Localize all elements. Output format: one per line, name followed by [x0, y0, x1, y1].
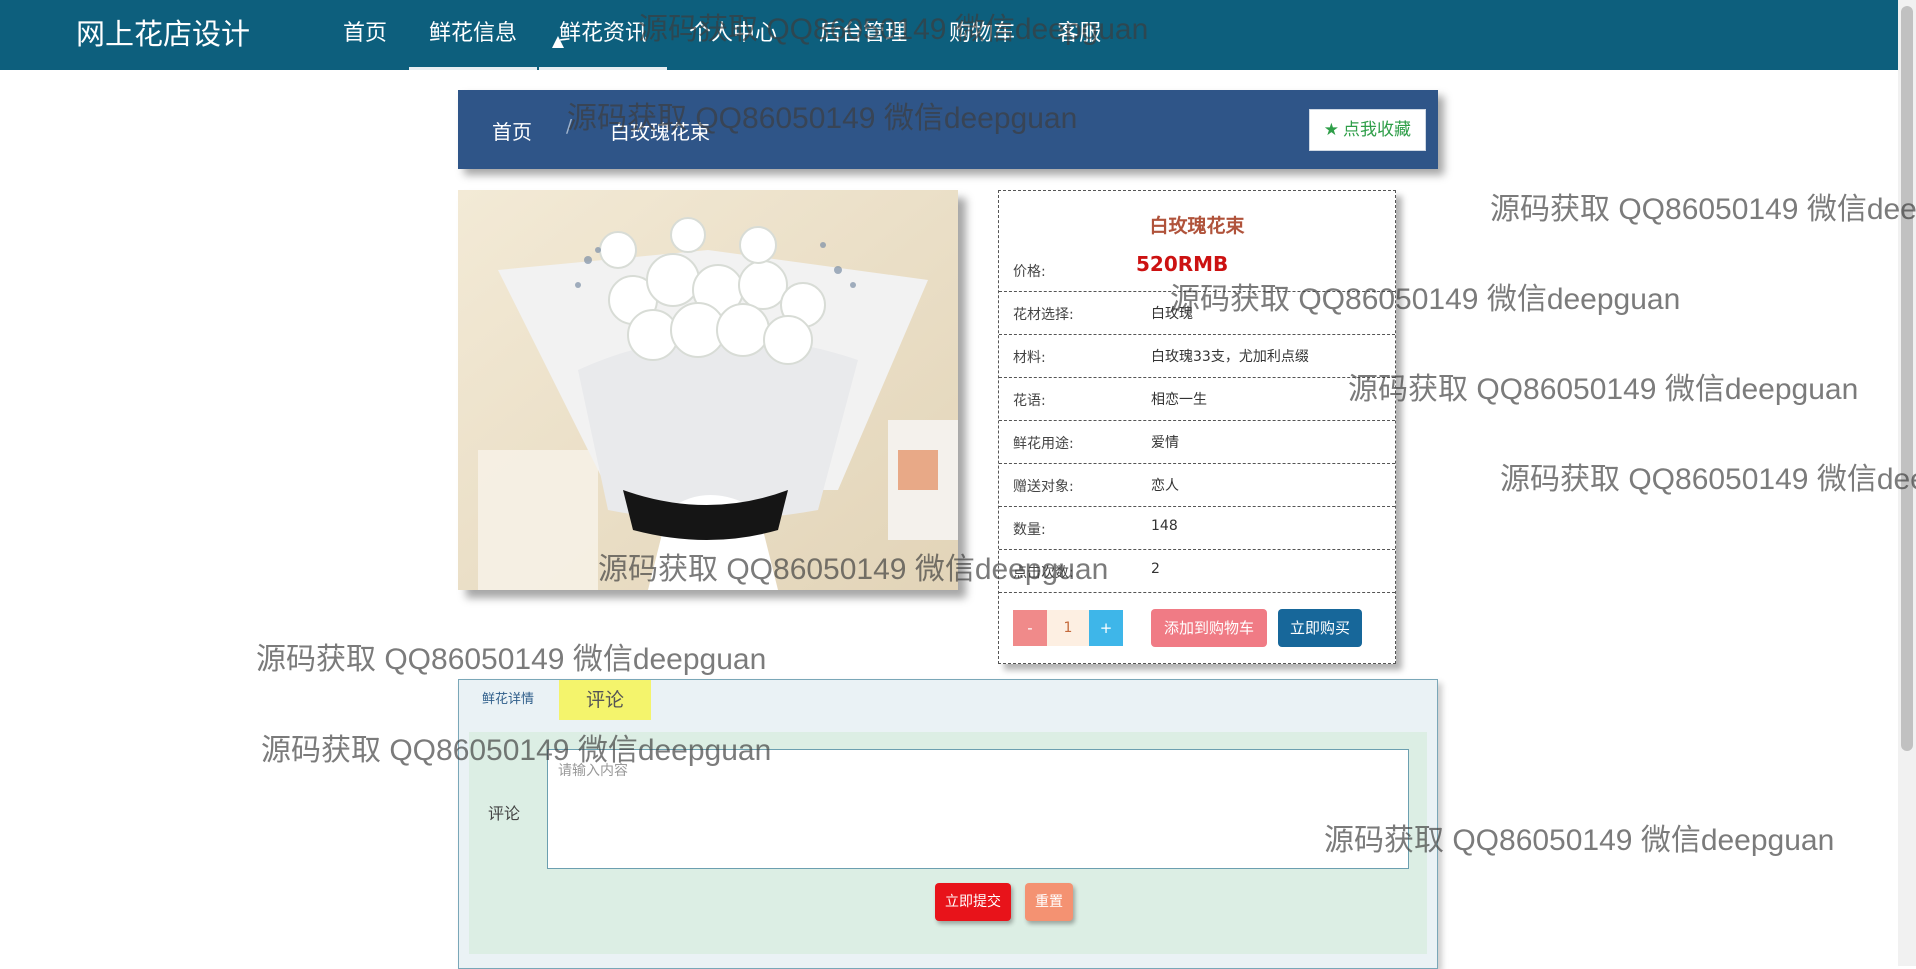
- info-row-material-choice: 花材选择: 白玫瑰: [999, 291, 1395, 335]
- info-label: 点击次数:: [1013, 565, 1074, 581]
- quantity-increase-button[interactable]: +: [1089, 610, 1123, 646]
- top-nav-bar: 网上花店设计 首页 鲜花信息 鲜花资讯 个人中心 后台管理 购物车 客服: [0, 0, 1898, 70]
- watermark-text: 源码获取 QQ86050149 微信deepguan: [1500, 463, 1916, 496]
- mouse-cursor-icon: [552, 36, 564, 48]
- comment-form: 评论 立即提交 重置: [469, 732, 1427, 954]
- quantity-decrease-button[interactable]: -: [1013, 610, 1047, 646]
- detail-tabs-panel: 鲜花详情 评论 评论 立即提交 重置: [458, 679, 1438, 969]
- scrollbar-thumb[interactable]: [1901, 6, 1913, 751]
- tab-comments[interactable]: 评论: [559, 680, 651, 720]
- quantity-input[interactable]: 1: [1047, 610, 1089, 646]
- breadcrumb-home-link[interactable]: 首页: [492, 116, 532, 145]
- info-label: 花语:: [1013, 393, 1046, 409]
- info-row-usage: 鲜花用途: 爱情: [999, 420, 1395, 464]
- nav-home[interactable]: 首页: [323, 0, 407, 70]
- main-nav: 首页 鲜花信息 鲜花资讯 个人中心 后台管理 购物车 客服: [323, 0, 1123, 70]
- info-value: 恋人: [1151, 478, 1179, 494]
- info-label: 数量:: [1013, 522, 1046, 538]
- product-title: 白玫瑰花束: [1149, 215, 1245, 237]
- buy-now-button[interactable]: 立即购买: [1278, 609, 1362, 647]
- info-value: 白玫瑰: [1151, 306, 1193, 322]
- tab-flower-details[interactable]: 鲜花详情: [459, 680, 557, 720]
- watermark-text: 源码获取 QQ86050149 微信deepguan: [256, 643, 767, 676]
- favorite-button[interactable]: ★ 点我收藏: [1308, 109, 1426, 151]
- nav-flower-news[interactable]: 鲜花资讯: [539, 0, 668, 70]
- reset-button[interactable]: 重置: [1025, 883, 1073, 921]
- nav-customer-service[interactable]: 客服: [1037, 0, 1121, 70]
- nav-flower-info[interactable]: 鲜花信息: [409, 0, 538, 70]
- breadcrumb-separator: /: [566, 116, 573, 137]
- info-label: 花材选择:: [1013, 307, 1074, 323]
- info-row-recipient: 赠送对象: 恋人: [999, 463, 1395, 507]
- info-value: 白玫瑰33支，尤加利点缀: [1151, 349, 1309, 365]
- bouquet-illustration: [458, 190, 958, 590]
- product-info-panel: 白玫瑰花束 价格: 520RMB 花材选择: 白玫瑰 材料: 白玫瑰33支，尤加…: [998, 190, 1396, 664]
- page-scrollbar[interactable]: [1898, 0, 1916, 966]
- price-row: 价格: 520RMB: [999, 248, 1395, 292]
- add-to-cart-button[interactable]: 添加到购物车: [1151, 609, 1267, 647]
- watermark-text: 源码获取 QQ86050149 微信deepguan: [1348, 373, 1859, 406]
- submit-button[interactable]: 立即提交: [935, 883, 1011, 921]
- price-label: 价格:: [1013, 264, 1046, 280]
- info-label: 材料:: [1013, 350, 1046, 366]
- comment-textarea[interactable]: [547, 749, 1409, 869]
- nav-personal-center[interactable]: 个人中心: [669, 0, 797, 70]
- product-image: [458, 190, 958, 590]
- nav-cart[interactable]: 购物车: [929, 0, 1035, 70]
- info-value: 148: [1151, 518, 1178, 534]
- site-brand[interactable]: 网上花店设计: [76, 14, 250, 54]
- nav-admin[interactable]: 后台管理: [799, 0, 927, 70]
- breadcrumb-current: 白玫瑰花束: [610, 120, 710, 144]
- info-value: 爱情: [1151, 435, 1179, 451]
- info-row-flower-language: 花语: 相恋一生: [999, 377, 1395, 421]
- star-icon: ★: [1323, 120, 1339, 140]
- favorite-button-label: 点我收藏: [1343, 120, 1411, 140]
- breadcrumb: 首页 / 白玫瑰花束 ★ 点我收藏: [458, 90, 1438, 169]
- info-row-materials: 材料: 白玫瑰33支，尤加利点缀: [999, 334, 1395, 378]
- price-value: 520RMB: [1136, 252, 1229, 276]
- info-label: 鲜花用途:: [1013, 436, 1074, 452]
- info-label: 赠送对象:: [1013, 479, 1074, 495]
- info-value: 2: [1151, 561, 1160, 577]
- quantity-stepper: - 1 +: [1013, 610, 1123, 646]
- info-value: 相恋一生: [1151, 392, 1207, 408]
- watermark-text: 源码获取 QQ86050149 微信deepguan: [1490, 193, 1916, 226]
- info-row-click-count: 点击次数: 2: [999, 549, 1395, 593]
- comment-label: 评论: [488, 804, 521, 823]
- info-row-quantity: 数量: 148: [999, 506, 1395, 550]
